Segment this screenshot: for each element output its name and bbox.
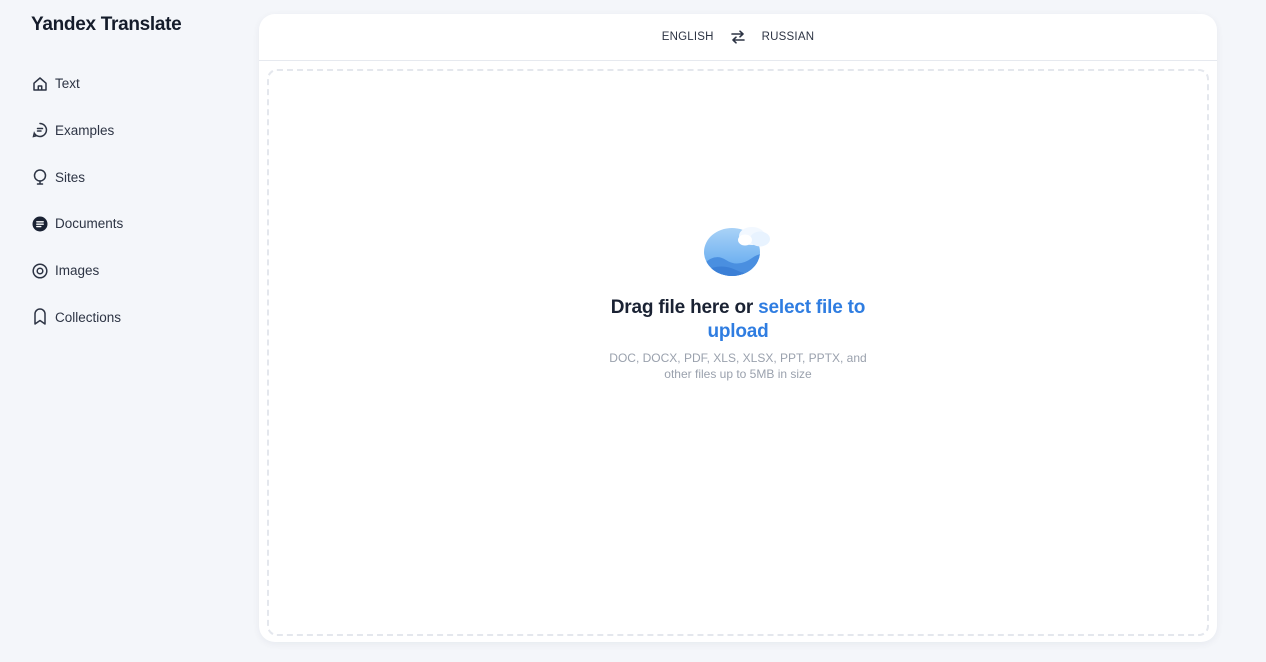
bookmark-icon [30, 308, 49, 327]
upload-hint: DOC, DOCX, PDF, XLS, XLSX, PPT, PPTX, an… [609, 351, 867, 381]
app-logo[interactable]: Yandex Translate [31, 14, 182, 36]
source-language-button[interactable]: ENGLISH [660, 27, 716, 47]
swap-arrows-icon[interactable] [730, 30, 746, 44]
document-icon [30, 214, 49, 233]
image-upload-illustration [702, 220, 778, 284]
home-icon [30, 74, 49, 93]
document-translate-panel: ENGLISH RUSSIAN Drag file here or select… [259, 14, 1217, 642]
sidebar-item-images[interactable]: Images [30, 257, 230, 284]
target-language-button[interactable]: RUSSIAN [760, 27, 817, 47]
sidebar-item-documents[interactable]: Documents [30, 210, 230, 237]
sidebar-item-text[interactable]: Text [30, 70, 230, 97]
upload-title-prefix: Drag file here or [610, 297, 759, 318]
globe-icon [30, 168, 49, 187]
upload-title: Drag file here or select file to upload [598, 296, 878, 344]
sidebar-item-collections[interactable]: Collections [30, 304, 230, 331]
sidebar-item-examples[interactable]: Examples [30, 117, 230, 144]
sidebar-item-label: Examples [55, 122, 115, 138]
sidebar-item-label: Documents [55, 216, 124, 232]
language-bar: ENGLISH RUSSIAN [259, 14, 1217, 61]
examples-icon [30, 121, 49, 140]
sidebar-item-sites[interactable]: Sites [30, 164, 230, 191]
sidebar-item-label: Text [55, 76, 80, 91]
sidebar-item-label: Images [55, 263, 100, 279]
sidebar-item-label: Sites [55, 169, 86, 185]
image-icon [30, 261, 49, 280]
sidebar-nav: Text Examples Sites Documents Images Col… [30, 70, 230, 351]
sidebar-item-label: Collections [55, 309, 122, 325]
